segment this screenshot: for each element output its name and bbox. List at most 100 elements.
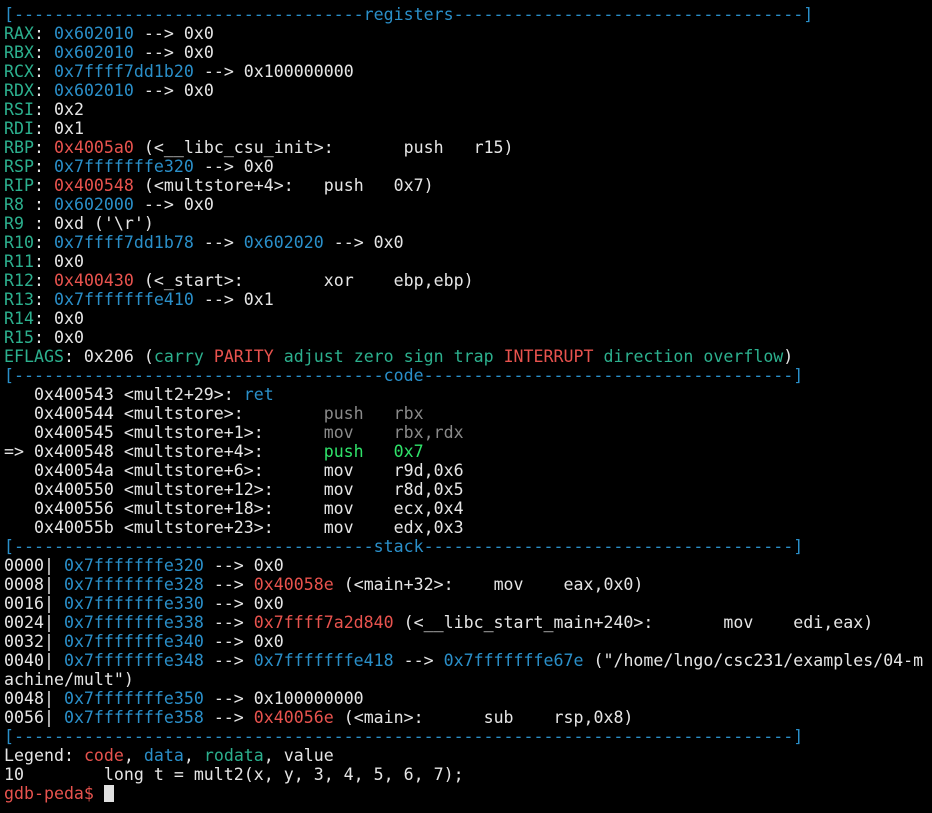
terminal-text: RSP [4,157,34,176]
terminal-text: 0x7ffff7dd1b78 [53,233,194,252]
terminal-text: R8 [4,195,34,214]
terminal-text: (<main>: sub rsp,0x8) [333,708,634,727]
cursor-block[interactable] [103,785,114,802]
terminal-text: (<main+32>: mov eax,0x0) [333,575,644,594]
terminal-text: (<multstore+4>: push 0x7) [133,176,434,195]
terminal-text: [------------------------------------sta… [4,537,804,556]
terminal-line: RSP: 0x7fffffffe320 --> 0x0 [4,157,930,176]
terminal-text: : 0x0 [33,252,84,271]
terminal-text: 0x602020 [243,233,324,252]
terminal-text: --> 0x0 [203,594,284,613]
terminal-text: 0040| [4,651,64,670]
terminal-text: code [83,746,124,765]
terminal-text: --> 0x0 [133,24,214,43]
terminal-line: [------------------------------------sta… [4,537,930,556]
terminal-text: achine/mult") [4,670,134,689]
terminal-text: RSI [4,100,34,119]
terminal-text: 0x7fffffffe348 [63,651,204,670]
terminal-text: rodata [203,746,264,765]
terminal-text: RIP [4,176,34,195]
terminal-text: --> [193,233,244,252]
terminal-text: : 0x2 [33,100,84,119]
terminal-text: : 0x1 [33,119,84,138]
terminal-line: 0056| 0x7fffffffe358 --> 0x40056e (<main… [4,708,930,727]
terminal-line: [-----------------------------------regi… [4,5,930,24]
terminal-text: 0x400544 <multstore>: [4,404,324,423]
terminal-text: , value [263,746,334,765]
terminal-text: , [123,746,144,765]
terminal-text: R15 [4,328,34,347]
terminal-text: 0x7fffffffe358 [63,708,204,727]
terminal-text: 0008| [4,575,64,594]
terminal-text: --> 0x0 [203,632,284,651]
terminal-text: --> [203,651,254,670]
terminal-text: : [33,138,54,157]
terminal-text: 0x7fffffffe320 [53,157,194,176]
terminal-text: R10 [4,233,34,252]
terminal-text: --> 0x0 [133,195,214,214]
terminal-line: 0032| 0x7fffffffe340 --> 0x0 [4,632,930,651]
terminal-line: 0048| 0x7fffffffe350 --> 0x100000000 [4,689,930,708]
terminal-text: [---------------------------------------… [4,727,804,746]
terminal-text: 0016| [4,594,64,613]
terminal-line: RAX: 0x602010 --> 0x0 [4,24,930,43]
terminal-line: R9 : 0xd ('\r') [4,214,930,233]
terminal-text: 0x7fffffffe410 [53,290,194,309]
terminal-line: RDX: 0x602010 --> 0x0 [4,81,930,100]
terminal-text: R13 [4,290,34,309]
terminal-text: 0x400550 <multstore+12>: mov r8d,0x5 [4,480,464,499]
terminal-text: 0x40056e [253,708,334,727]
terminal-line: RBX: 0x602010 --> 0x0 [4,43,930,62]
terminal-text: : 0x206 ( [63,347,154,366]
terminal-text: adjust zero sign trap [283,347,504,366]
terminal-text: PARITY [213,347,284,366]
terminal-text: --> [203,575,254,594]
terminal-text: 0048| [4,689,64,708]
terminal-text: [-----------------------------------regi… [4,5,814,24]
terminal-text: 0x7ffff7dd1b20 [53,62,194,81]
terminal-text: 0032| [4,632,64,651]
terminal-text: [-------------------------------------co… [4,366,804,385]
terminal-text: 0000| [4,556,64,575]
terminal-text: : [33,176,54,195]
terminal-line: 0x40055b <multstore+23>: mov edx,0x3 [4,518,930,537]
terminal-text: ret [243,385,274,404]
terminal-line: RCX: 0x7ffff7dd1b20 --> 0x100000000 [4,62,930,81]
terminal-text: 0056| [4,708,64,727]
terminal-line: R12: 0x400430 (<_start>: xor ebp,ebp) [4,271,930,290]
terminal-text: 0x400543 <mult2+29>: [4,385,244,404]
terminal-text: R11 [4,252,34,271]
terminal-text: 0x602000 [53,195,134,214]
terminal-text: RBX [4,43,34,62]
terminal-text: : [33,157,54,176]
terminal-text: 0x7fffffffe338 [63,613,204,632]
terminal-line: 0040| 0x7fffffffe348 --> 0x7fffffffe418 … [4,651,930,670]
terminal-line: R15: 0x0 [4,328,930,347]
terminal-text: 0024| [4,613,64,632]
terminal-text: R9 [4,214,34,233]
terminal-text: --> [203,708,254,727]
terminal-text: 0x602010 [53,24,134,43]
terminal-text: INTERRUPT [503,347,604,366]
terminal-line: 0x400556 <multstore+18>: mov ecx,0x4 [4,499,930,518]
terminal-text: 0x40055b <multstore+23>: mov edx,0x3 [4,518,464,537]
terminal-text: push rbx [323,404,424,423]
terminal-line: RSI: 0x2 [4,100,930,119]
prompt-line[interactable]: gdb-peda$ [4,784,930,803]
terminal-line: Legend: code, data, rodata, value [4,746,930,765]
terminal-text: --> [203,613,254,632]
terminal-text: 0x7fffffffe350 [63,689,204,708]
terminal-line: EFLAGS: 0x206 (carry PARITY adjust zero … [4,347,930,366]
terminal-line: R10: 0x7ffff7dd1b78 --> 0x602020 --> 0x0 [4,233,930,252]
terminal-text: : [33,195,54,214]
terminal-line: 0016| 0x7fffffffe330 --> 0x0 [4,594,930,613]
terminal-text: EFLAGS [4,347,64,366]
terminal-text: : [33,271,54,290]
terminal-line: RBP: 0x4005a0 (<__libc_csu_init>: push r… [4,138,930,157]
terminal-line: 0024| 0x7fffffffe338 --> 0x7ffff7a2d840 … [4,613,930,632]
terminal-text: RBP [4,138,34,157]
terminal-text: : [33,43,54,62]
terminal-text: RCX [4,62,34,81]
terminal-text: , [183,746,204,765]
terminal-line: [-------------------------------------co… [4,366,930,385]
